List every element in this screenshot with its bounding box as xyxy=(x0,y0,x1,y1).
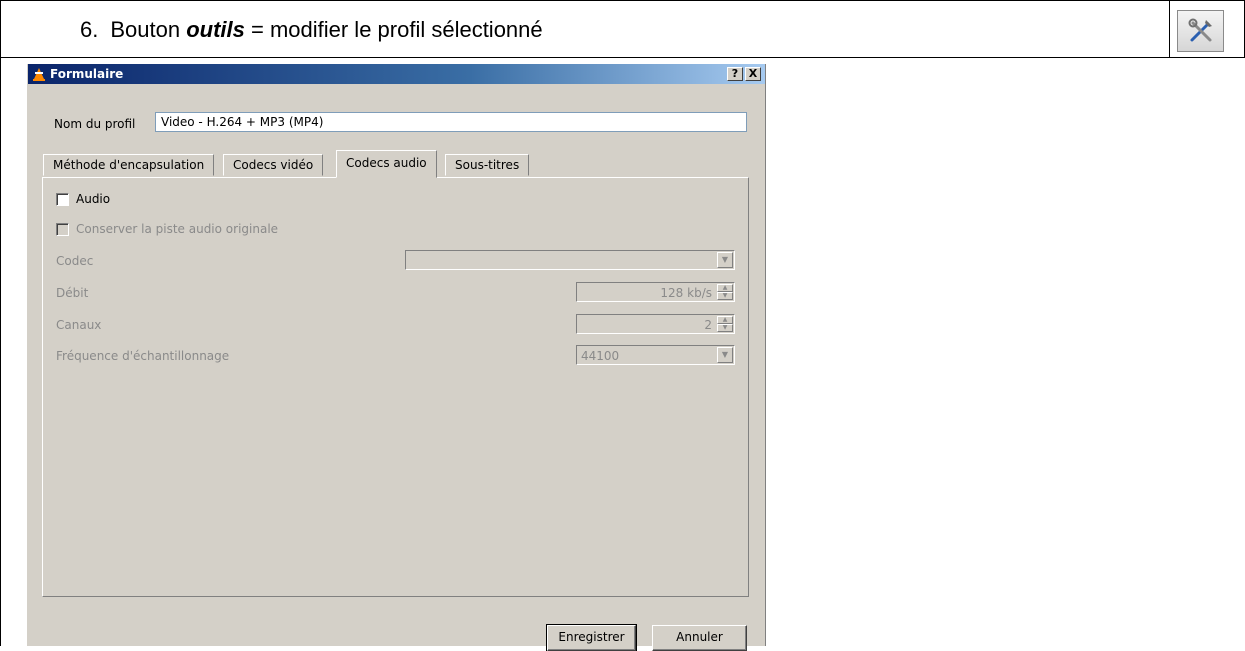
spin-up-icon: ▲ xyxy=(717,284,733,292)
samplerate-value: 44100 xyxy=(581,349,620,363)
profile-name-label: Nom du profil xyxy=(54,117,136,131)
samplerate-label: Fréquence d'échantillonnage xyxy=(56,349,230,363)
spin-down-icon: ▼ xyxy=(717,292,733,300)
bitrate-label: Débit xyxy=(56,286,89,300)
chevron-down-icon: ▼ xyxy=(717,347,733,363)
bitrate-value: 128 kb/s xyxy=(660,286,712,300)
close-button[interactable]: X xyxy=(745,67,761,81)
tools-icon xyxy=(1188,18,1212,42)
channels-value: 2 xyxy=(704,318,712,332)
codec-label: Codec xyxy=(56,254,94,268)
audio-checkbox[interactable] xyxy=(56,193,69,206)
table-left-border xyxy=(0,58,1,646)
tab-encapsulation[interactable]: Méthode d'encapsulation xyxy=(43,154,215,176)
keep-original-checkbox xyxy=(56,223,69,236)
tools-button[interactable] xyxy=(1177,10,1224,52)
cancel-button[interactable]: Annuler xyxy=(652,625,747,651)
samplerate-select: 44100 ▼ xyxy=(576,345,735,365)
channels-spinbox: 2 ▲ ▼ xyxy=(576,314,735,334)
tab-video-codecs[interactable]: Codecs vidéo xyxy=(223,154,324,176)
heading-prefix: Bouton xyxy=(110,17,187,42)
audio-codecs-panel: Audio Conserver la piste audio originale… xyxy=(42,177,749,597)
bitrate-spinbox: 128 kb/s ▲ ▼ xyxy=(576,282,735,302)
dialog-titlebar[interactable]: Formulaire ? X xyxy=(28,64,765,84)
formulaire-dialog: Formulaire ? X Nom du profil Video - H.2… xyxy=(27,64,766,651)
heading-suffix: = modifier le profil sélectionné xyxy=(244,17,543,42)
help-button[interactable]: ? xyxy=(727,67,743,81)
section-heading: 6. Bouton outils = modifier le profil sél… xyxy=(80,17,543,43)
step-number: 6. xyxy=(80,17,99,42)
codec-select: ▼ xyxy=(405,250,735,270)
heading-emphasis: outils xyxy=(186,17,245,42)
channels-label: Canaux xyxy=(56,318,102,332)
tab-audio-codecs[interactable]: Codecs audio xyxy=(336,150,437,178)
tab-subtitles[interactable]: Sous-titres xyxy=(445,154,530,176)
chevron-down-icon: ▼ xyxy=(717,252,733,268)
audio-checkbox-label: Audio xyxy=(76,192,111,206)
vlc-cone-icon xyxy=(33,68,45,81)
spin-down-icon: ▼ xyxy=(717,324,733,332)
spin-up-icon: ▲ xyxy=(717,316,733,324)
profile-name-input[interactable]: Video - H.264 + MP3 (MP4) xyxy=(155,112,747,132)
dialog-title: Formulaire xyxy=(50,67,124,81)
keep-original-label: Conserver la piste audio originale xyxy=(76,222,279,236)
save-button[interactable]: Enregistrer xyxy=(546,624,637,651)
